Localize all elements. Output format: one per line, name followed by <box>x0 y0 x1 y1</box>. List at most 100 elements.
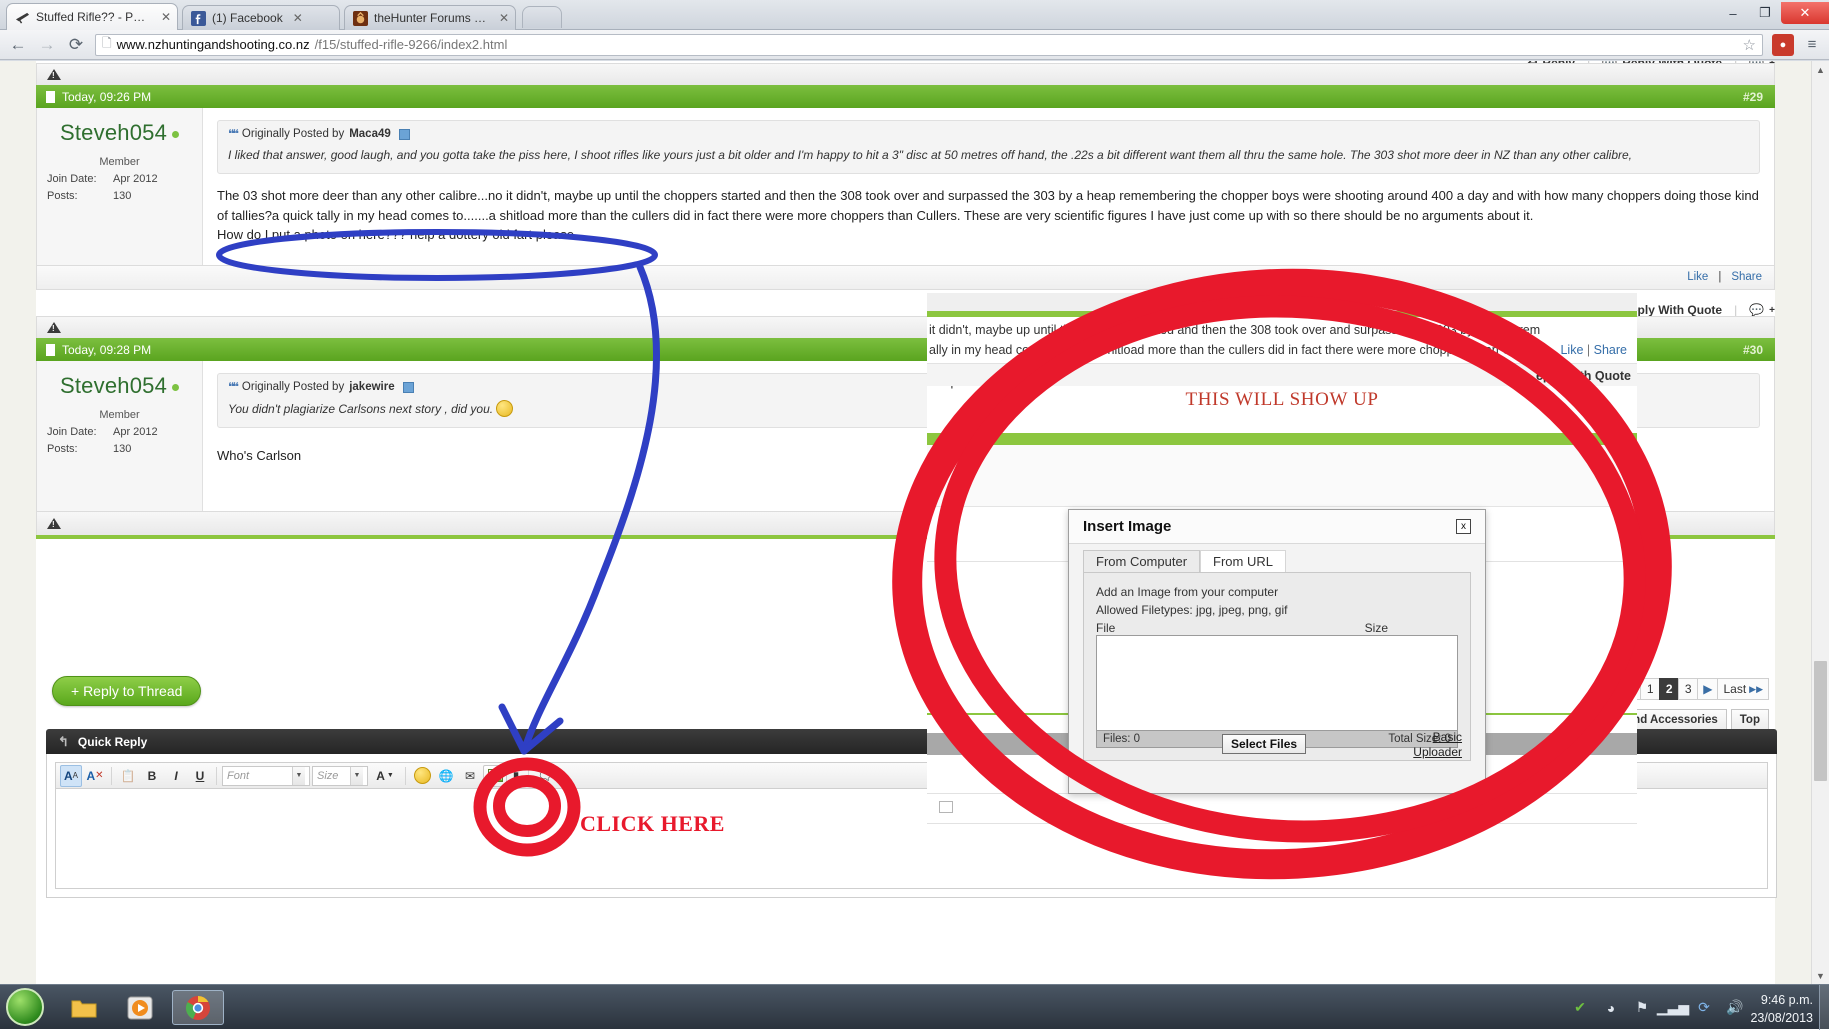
back-to-top-button[interactable]: Top <box>1730 709 1769 730</box>
taskbar-item-chrome[interactable] <box>172 990 224 1025</box>
inner-checkbox-icon[interactable] <box>939 801 953 813</box>
pagination-page-3[interactable]: 3 <box>1678 678 1699 700</box>
like-link-29[interactable]: Like <box>1687 271 1708 283</box>
envelope-icon[interactable]: ✉ <box>459 765 481 787</box>
browser-tab-label-2: theHunter Forums • Index <box>374 11 489 25</box>
address-bar[interactable]: 🗋 www.nzhuntingandshooting.co.nz/f15/stu… <box>95 33 1763 56</box>
select-files-button[interactable]: Select Files <box>1222 734 1307 754</box>
font-family-select[interactable]: Font ▼ <box>222 765 310 786</box>
tab-from-computer[interactable]: From Computer <box>1083 550 1201 573</box>
forward-icon[interactable]: → <box>37 35 57 55</box>
underline-icon[interactable]: U <box>189 765 211 787</box>
view-post-icon[interactable] <box>398 128 410 140</box>
minimize-button[interactable]: – <box>1717 2 1749 24</box>
scrollbar-thumb[interactable] <box>1814 661 1827 781</box>
postcount-label: Posts: <box>47 443 78 455</box>
page-scrollbar[interactable]: ▲ ▼ <box>1811 61 1829 984</box>
quote-bubble-icon[interactable]: 🗨 <box>534 765 556 787</box>
share-link-29[interactable]: Share <box>1731 271 1762 283</box>
smiley-icon[interactable] <box>411 765 433 787</box>
new-tab-button[interactable] <box>522 6 562 28</box>
view-post-icon[interactable] <box>402 381 414 393</box>
network-icon[interactable]: ▁▃▅ <box>1657 998 1689 1018</box>
close-button[interactable]: ✕ <box>1781 2 1829 24</box>
dialog-instruction-2: Allowed Filetypes: jpg, jpeg, png, gif <box>1096 603 1288 617</box>
browser-toolbar: ← → ⟳ 🗋 www.nzhuntingandshooting.co.nz/f… <box>0 30 1829 60</box>
report-post-icon[interactable] <box>47 322 61 333</box>
tab-from-url[interactable]: From URL <box>1200 550 1286 573</box>
italic-icon[interactable]: I <box>165 765 187 787</box>
post-date-29: Today, 09:26 PM <box>62 89 152 104</box>
undo-icon[interactable]: ↰ <box>58 734 69 750</box>
post-username-30[interactable]: Steveh054 <box>47 373 192 399</box>
flag-icon[interactable]: ⚑ <box>1632 998 1652 1018</box>
tab-close-icon-2[interactable]: ✕ <box>499 11 509 25</box>
show-desktop-button[interactable] <box>1819 985 1829 1030</box>
url-path: /f15/stuffed-rifle-9266/index2.html <box>314 37 508 52</box>
chrome-menu-icon[interactable]: ≡ <box>1803 36 1821 53</box>
font-size-select[interactable]: Size ▼ <box>312 765 368 786</box>
close-icon[interactable]: x <box>1456 519 1471 534</box>
inner-reply-quote[interactable]: eply With Quote <box>1536 367 1631 385</box>
video-icon[interactable]: ▮ <box>509 765 523 787</box>
reload-icon[interactable]: ⟳ <box>66 35 86 55</box>
basic-uploader-link[interactable]: Basic Uploader <box>1413 730 1462 760</box>
toggle-wysiwyg-icon[interactable]: AA <box>60 764 82 787</box>
inner-like[interactable]: Like <box>1560 343 1583 357</box>
back-icon[interactable]: ← <box>8 35 28 55</box>
multiquote-button-29[interactable]: 💬 + <box>1749 303 1775 317</box>
chevron-down-icon: ▼ <box>350 766 363 785</box>
paste-icon[interactable]: 📋 <box>117 765 139 787</box>
report-post-icon[interactable] <box>47 518 61 529</box>
pagination-next[interactable]: ▶ <box>1697 678 1719 700</box>
globe-link-icon[interactable]: 🌐 <box>435 765 457 787</box>
pagination-page-1[interactable]: 1 <box>1640 678 1661 700</box>
browser-tab-label-0: Stuffed Rifle?? - Page 2 <box>36 10 151 24</box>
tab-close-icon-0[interactable]: ✕ <box>161 10 171 24</box>
chrome-icon <box>185 995 210 1020</box>
file-column-header: File <box>1096 621 1116 635</box>
chrome-tray-icon[interactable]: ◕ <box>1601 998 1621 1018</box>
post-number-29[interactable]: #29 <box>1743 90 1763 104</box>
pagination-last[interactable]: Last ▶▶ <box>1717 678 1769 700</box>
font-color-glyph: A <box>376 768 385 783</box>
antivirus-icon[interactable]: ✔ <box>1570 998 1590 1018</box>
dialog-header: Insert Image x <box>1069 510 1485 544</box>
profile-avatar[interactable]: ● <box>1772 33 1794 56</box>
volume-icon[interactable]: 🔊 <box>1725 998 1745 1018</box>
bookmark-star-icon[interactable]: ☆ <box>1743 36 1756 54</box>
quote-author-29[interactable]: Maca49 <box>349 128 391 140</box>
taskbar-item-media-player[interactable] <box>114 990 166 1025</box>
font-color-icon[interactable]: A ▼ <box>370 765 400 787</box>
pagination-page-2[interactable]: 2 <box>1659 678 1680 700</box>
file-list[interactable] <box>1096 635 1458 731</box>
browser-tab-2[interactable]: theHunter Forums • Index ✕ <box>344 5 516 30</box>
post-number-30[interactable]: #30 <box>1743 343 1763 357</box>
scroll-down-icon[interactable]: ▼ <box>1812 967 1829 984</box>
update-icon[interactable]: ⟳ <box>1694 998 1714 1018</box>
inner-green-bar-2 <box>927 433 1637 445</box>
start-orb-icon[interactable] <box>6 988 44 1026</box>
size-column-header: Size <box>1364 621 1388 635</box>
report-post-icon[interactable] <box>47 69 61 80</box>
tab-close-icon-1[interactable]: ✕ <box>293 11 303 25</box>
inner-share[interactable]: Share <box>1594 343 1627 357</box>
browser-tab-0[interactable]: Stuffed Rifle?? - Page 2 ✕ <box>6 3 178 30</box>
taskbar-clock[interactable]: 9:46 p.m. 23/08/2013 <box>1750 991 1813 1027</box>
dialog-instruction-1: Add an Image from your computer <box>1096 585 1279 599</box>
insert-image-icon[interactable] <box>483 764 507 787</box>
joindate-value: Apr 2012 <box>113 173 158 185</box>
taskbar-item-explorer[interactable] <box>58 990 110 1025</box>
maximize-button[interactable]: ❐ <box>1749 2 1781 24</box>
postcount-value: 130 <box>113 443 132 455</box>
quote-text-29: I liked that answer, good laugh, and you… <box>228 148 1633 162</box>
quote-author-30[interactable]: jakewire <box>349 381 394 393</box>
reply-to-thread-button[interactable]: + Reply to Thread <box>52 676 202 706</box>
remove-formatting-icon[interactable]: A ✕ <box>84 765 106 787</box>
post-username-29[interactable]: Steveh054 <box>47 120 192 146</box>
post-footer-29: Like | Share <box>36 265 1775 290</box>
bold-icon[interactable]: B <box>141 765 163 787</box>
scroll-up-icon[interactable]: ▲ <box>1812 61 1829 78</box>
toolbar-divider <box>528 766 529 785</box>
browser-tab-1[interactable]: (1) Facebook ✕ <box>182 5 340 30</box>
